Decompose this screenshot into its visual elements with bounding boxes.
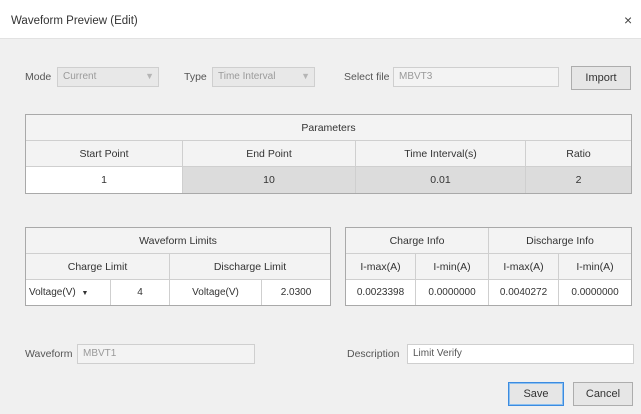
charge-imin-value: 0.0000000 (416, 280, 489, 305)
charge-limit-type: Voltage(V) (29, 287, 76, 298)
mode-select[interactable]: Current ▼ (57, 67, 159, 87)
col-start-point: Start Point (26, 141, 183, 167)
mode-value: Current (63, 71, 97, 82)
type-label: Type (184, 71, 207, 83)
discharge-limit-value[interactable]: 2.0300 (262, 280, 330, 305)
col-discharge-imin: I-min(A) (559, 254, 631, 280)
charge-info-title: Charge Info (346, 228, 489, 254)
charge-imax-value: 0.0023398 (346, 280, 416, 305)
chevron-down-icon: ▼ (81, 290, 89, 297)
parameters-table: Parameters Start Point End Point Time In… (25, 114, 632, 194)
waveform-input[interactable]: MBVT1 (77, 344, 255, 364)
start-point-cell[interactable]: 1 (26, 167, 183, 193)
charge-discharge-info-table: Charge Info Discharge Info I-max(A) I-mi… (345, 227, 632, 306)
description-label: Description (347, 348, 400, 360)
discharge-limit-type: Voltage(V) (170, 280, 262, 305)
close-icon[interactable]: × (624, 12, 632, 28)
waveform-label: Waveform (25, 348, 73, 360)
dialog-body: Mode Current ▼ Type Time Interval ▼ Sele… (0, 38, 641, 414)
import-button[interactable]: Import (571, 66, 631, 90)
discharge-imin-value: 0.0000000 (559, 280, 631, 305)
title-bar: Waveform Preview (Edit) × (0, 0, 641, 38)
chevron-down-icon: ▼ (301, 71, 310, 81)
col-discharge-limit: Discharge Limit (170, 254, 330, 280)
parameters-title: Parameters (26, 115, 631, 141)
discharge-info-title: Discharge Info (489, 228, 631, 254)
ratio-cell[interactable]: 2 (526, 167, 631, 193)
col-charge-imin: I-min(A) (416, 254, 489, 280)
col-charge-imax: I-max(A) (346, 254, 416, 280)
cancel-button[interactable]: Cancel (573, 382, 633, 406)
chevron-down-icon: ▼ (145, 71, 154, 81)
save-button[interactable]: Save (508, 382, 564, 406)
mode-label: Mode (25, 71, 52, 83)
type-select[interactable]: Time Interval ▼ (212, 67, 315, 87)
time-interval-cell[interactable]: 0.01 (356, 167, 526, 193)
end-point-cell[interactable]: 10 (183, 167, 356, 193)
col-discharge-imax: I-max(A) (489, 254, 559, 280)
col-ratio: Ratio (526, 141, 631, 167)
description-input[interactable]: Limit Verify (407, 344, 634, 364)
window-title: Waveform Preview (Edit) (11, 15, 138, 27)
waveform-limits-title: Waveform Limits (26, 228, 330, 254)
col-end-point: End Point (183, 141, 356, 167)
col-time-interval: Time Interval(s) (356, 141, 526, 167)
col-charge-limit: Charge Limit (26, 254, 170, 280)
type-value: Time Interval (218, 71, 276, 82)
select-file-input[interactable]: MBVT3 (393, 67, 559, 87)
charge-limit-type-select[interactable]: Voltage(V) ▼ (26, 280, 111, 305)
charge-limit-value[interactable]: 4 (111, 280, 170, 305)
discharge-imax-value: 0.0040272 (489, 280, 559, 305)
waveform-limits-table: Waveform Limits Charge Limit Discharge L… (25, 227, 331, 306)
select-file-label: Select file (344, 71, 390, 83)
